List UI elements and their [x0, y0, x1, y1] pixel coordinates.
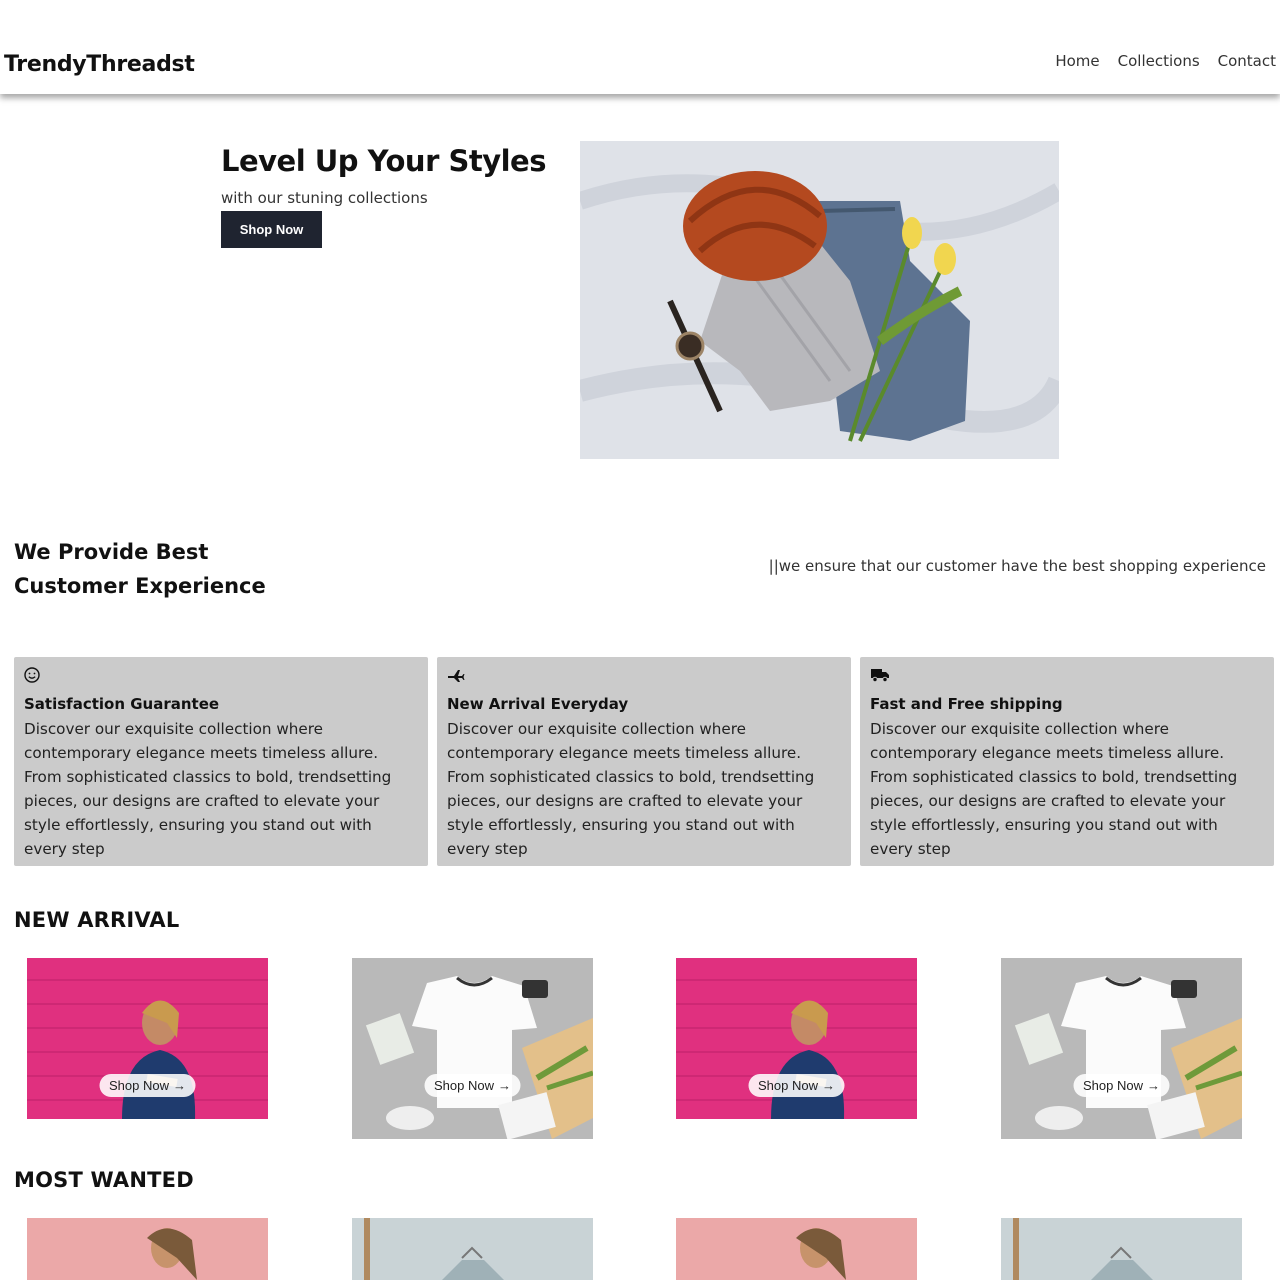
experience-note: ||we ensure that our customer have the b…	[768, 557, 1266, 575]
feature-title: New Arrival Everyday	[447, 695, 629, 713]
nav-home-link[interactable]: Home	[1055, 52, 1099, 70]
product-card[interactable]: Shop Now →	[1001, 958, 1242, 1139]
feature-card: Satisfaction Guarantee Discover our exqu…	[14, 657, 428, 866]
product-shop-now-button[interactable]: Shop Now →	[1073, 1074, 1170, 1097]
product-card[interactable]	[676, 1218, 917, 1280]
brand-logo[interactable]: TrendyThreadst	[4, 52, 195, 77]
product-image	[27, 1218, 268, 1280]
feature-text: Discover our exquisite collection where …	[447, 720, 815, 858]
product-image	[676, 1218, 917, 1280]
hero-image	[580, 141, 1059, 459]
hero-shop-now-button[interactable]: Shop Now	[221, 211, 322, 248]
main-nav: Home Collections Contact	[1055, 52, 1276, 70]
experience-heading: We Provide Best Customer Experience	[14, 535, 266, 603]
product-image	[352, 958, 593, 1139]
experience-heading-line1: We Provide Best	[14, 540, 209, 564]
shop-now-label: Shop Now	[1083, 1078, 1143, 1093]
truck-icon	[870, 667, 1264, 689]
shop-now-label: Shop Now	[758, 1078, 818, 1093]
product-card[interactable]	[1001, 1218, 1242, 1280]
product-card[interactable]	[27, 1218, 268, 1280]
product-card[interactable]: Shop Now →	[27, 958, 268, 1119]
product-card[interactable]	[352, 1218, 593, 1280]
product-shop-now-button[interactable]: Shop Now →	[748, 1074, 845, 1097]
product-shop-now-button[interactable]: Shop Now →	[424, 1074, 521, 1097]
shop-now-label: Shop Now	[434, 1078, 494, 1093]
feature-card: Fast and Free shipping Discover our exqu…	[860, 657, 1274, 866]
product-shop-now-button[interactable]: Shop Now →	[99, 1074, 196, 1097]
nav-contact-link[interactable]: Contact	[1218, 52, 1276, 70]
experience-heading-line2: Customer Experience	[14, 574, 266, 598]
hero-title: Level Up Your Styles	[221, 144, 547, 178]
feature-text: Discover our exquisite collection where …	[870, 720, 1238, 858]
feature-text: Discover our exquisite collection where …	[24, 720, 392, 858]
product-card[interactable]: Shop Now →	[352, 958, 593, 1139]
arrow-right-icon: →	[172, 1078, 186, 1093]
new-arrival-heading: NEW ARRIVAL	[14, 908, 180, 932]
product-image	[1001, 958, 1242, 1139]
feature-title: Fast and Free shipping	[870, 695, 1063, 713]
smile-icon	[24, 667, 418, 689]
arrow-right-icon: →	[497, 1078, 511, 1093]
most-wanted-heading: MOST WANTED	[14, 1168, 194, 1192]
feature-card: New Arrival Everyday Discover our exquis…	[437, 657, 851, 866]
plane-icon	[447, 667, 841, 689]
product-image	[1001, 1218, 1242, 1280]
arrow-right-icon: →	[1146, 1078, 1160, 1093]
site-header: TrendyThreadst Home Collections Contact	[0, 0, 1280, 94]
shop-now-label: Shop Now	[109, 1078, 169, 1093]
product-image	[352, 1218, 593, 1280]
nav-collections-link[interactable]: Collections	[1118, 52, 1200, 70]
arrow-right-icon: →	[821, 1078, 835, 1093]
product-card[interactable]: Shop Now →	[676, 958, 917, 1119]
feature-title: Satisfaction Guarantee	[24, 695, 220, 713]
hero-subtitle: with our stuning collections	[221, 189, 428, 207]
